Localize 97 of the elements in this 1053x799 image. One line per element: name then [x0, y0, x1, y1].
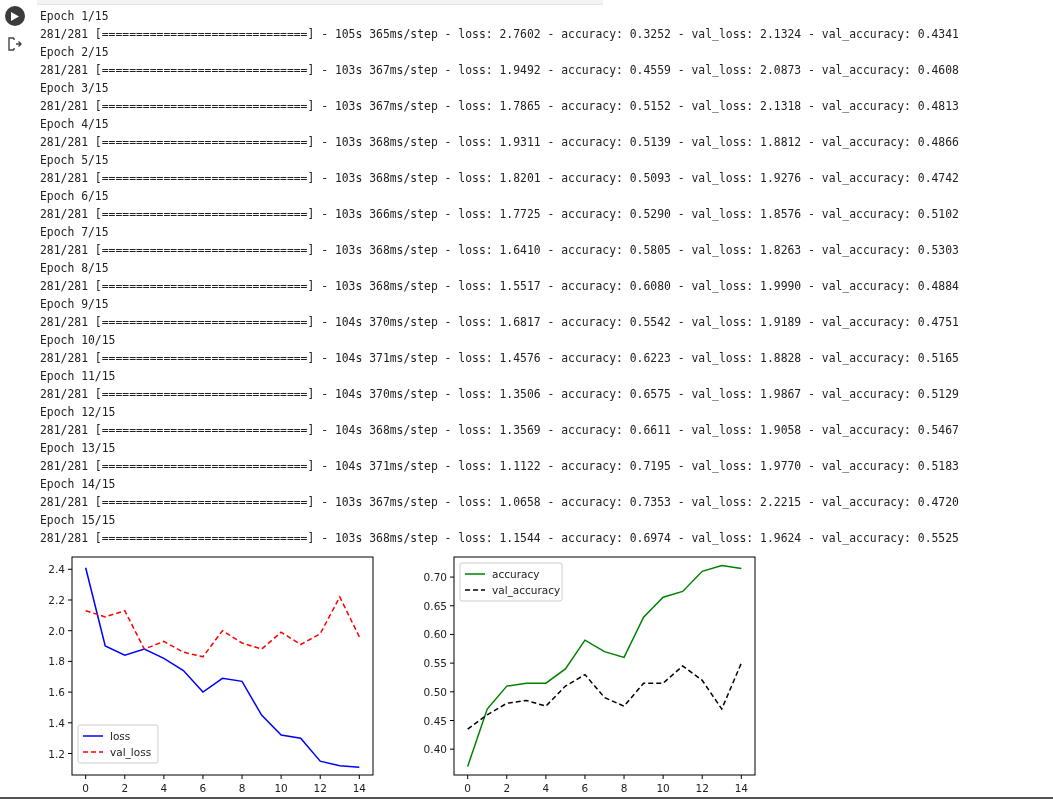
y-tick: 1.6 [48, 686, 73, 699]
epoch-title: Epoch 14/15 [40, 476, 116, 493]
progress-line: 281/281 [==============================] - 103s 368ms/step - loss: 1.6410 - accuracy: 0.5805 - val_loss: 1.8263 - val_accuracy: 0.5303 [40, 242, 959, 259]
x-tick-label: 10 [656, 782, 670, 794]
epoch-title: Epoch 3/15 [40, 80, 109, 97]
x-tick: 12 [695, 774, 709, 794]
y-tick: 0.55 [423, 657, 455, 670]
epoch-title: Epoch 11/15 [40, 368, 116, 385]
epoch-title: Epoch 12/15 [40, 404, 116, 421]
x-tick: 4 [160, 774, 168, 794]
legend-label: loss [110, 730, 131, 742]
x-tick-label: 8 [238, 782, 246, 794]
legend-label: val_accuracy [492, 584, 561, 597]
y-tick-label: 1.8 [48, 655, 65, 668]
epoch-title: Epoch 5/15 [40, 152, 109, 169]
x-tick: 2 [121, 774, 129, 794]
y-tick: 2.4 [48, 563, 73, 576]
progress-line: 281/281 [==============================] - 104s 368ms/step - loss: 1.3569 - accuracy: 0.6611 - val_loss: 1.9058 - val_accuracy: 0.5467 [40, 422, 959, 439]
progress-line: 281/281 [==============================] - 104s 371ms/step - loss: 1.1122 - accuracy: 0.7195 - val_loss: 1.9770 - val_accuracy: 0.5183 [40, 458, 959, 475]
y-tick: 1.4 [48, 716, 73, 729]
x-tick: 0 [82, 774, 90, 794]
x-tick: 4 [542, 774, 550, 794]
epoch-title: Epoch 1/15 [40, 8, 109, 25]
progress-line: 281/281 [==============================] - 103s 367ms/step - loss: 1.9492 - accuracy: 0.4559 - val_loss: 2.0873 - val_accuracy: 0.4608 [40, 62, 959, 79]
x-tick: 2 [503, 774, 511, 794]
x-tick-label: 14 [734, 782, 749, 794]
progress-line: 281/281 [==============================] - 104s 370ms/step - loss: 1.6817 - accuracy: 0.5542 - val_loss: 1.9189 - val_accuracy: 0.4751 [40, 314, 959, 331]
y-tick-label: 2.4 [48, 563, 66, 576]
legend-label: accuracy [492, 568, 540, 580]
progress-line: 281/281 [==============================] - 103s 368ms/step - loss: 1.9311 - accuracy: 0.5139 - val_loss: 1.8812 - val_accuracy: 0.4866 [40, 134, 959, 151]
x-tick-label: 14 [352, 782, 367, 794]
x-tick-label: 8 [620, 782, 628, 794]
x-tick: 10 [656, 774, 670, 794]
x-tick: 12 [313, 774, 327, 794]
x-tick: 6 [581, 774, 589, 794]
y-tick: 2.0 [48, 624, 73, 637]
y-tick-label: 0.70 [423, 571, 447, 584]
y-tick-label: 2.0 [48, 624, 65, 637]
x-tick: 10 [274, 774, 288, 794]
x-tick-label: 0 [82, 782, 90, 794]
y-tick: 1.8 [48, 655, 73, 668]
x-tick-label: 6 [199, 782, 207, 794]
epoch-title: Epoch 15/15 [40, 512, 116, 529]
legend-label: val_loss [110, 746, 152, 759]
epoch-title: Epoch 9/15 [40, 296, 109, 313]
x-tick-label: 4 [542, 782, 550, 794]
x-tick-label: 12 [695, 782, 709, 794]
output-icon[interactable] [8, 37, 22, 51]
epoch-title: Epoch 13/15 [40, 440, 116, 457]
x-tick-label: 2 [503, 782, 511, 794]
y-tick: 2.2 [48, 594, 73, 606]
epoch-title: Epoch 7/15 [40, 224, 109, 241]
y-tick-label: 2.2 [48, 593, 65, 606]
run-button[interactable] [5, 6, 25, 26]
x-tick: 14 [734, 774, 748, 794]
progress-line: 281/281 [==============================] - 103s 368ms/step - loss: 1.5517 - accuracy: 0.6080 - val_loss: 1.9990 - val_accuracy: 0.4884 [40, 278, 959, 295]
epoch-title: Epoch 4/15 [40, 116, 109, 133]
progress-line: 281/281 [==============================] - 103s 368ms/step - loss: 1.1544 - accuracy: 0.6974 - val_loss: 1.9624 - val_accuracy: 0.5525 [40, 530, 959, 547]
y-tick: 1.2 [48, 747, 73, 760]
y-tick: 0.60 [423, 628, 455, 641]
epoch-title: Epoch 6/15 [40, 188, 109, 205]
x-tick-label: 4 [160, 782, 168, 794]
y-tick-label: 0.45 [423, 714, 447, 727]
x-tick-label: 12 [313, 782, 327, 794]
progress-line: 281/281 [==============================] - 104s 371ms/step - loss: 1.4576 - accuracy: 0.6223 - val_loss: 1.8828 - val_accuracy: 0.5165 [40, 350, 959, 367]
progress-line: 281/281 [==============================] - 103s 367ms/step - loss: 1.7865 - accuracy: 0.5152 - val_loss: 2.1318 - val_accuracy: 0.4813 [40, 98, 959, 115]
y-tick-label: 0.60 [423, 628, 447, 641]
progress-line: 281/281 [==============================] - 104s 370ms/step - loss: 1.3506 - accuracy: 0.6575 - val_loss: 1.9867 - val_accuracy: 0.5129 [40, 386, 959, 403]
y-tick-label: 1.2 [48, 747, 65, 760]
x-tick-label: 0 [464, 782, 472, 794]
x-tick: 14 [352, 774, 366, 794]
x-tick-label: 10 [274, 782, 288, 794]
x-tick: 8 [620, 774, 628, 794]
progress-line: 281/281 [==============================] - 103s 367ms/step - loss: 1.0658 - accuracy: 0.7353 - val_loss: 2.2215 - val_accuracy: 0.4720 [40, 494, 959, 511]
x-tick-label: 6 [581, 782, 589, 794]
play-icon [11, 11, 19, 21]
x-tick: 0 [464, 774, 472, 794]
x-tick-label: 2 [121, 782, 129, 794]
y-tick-label: 1.4 [48, 716, 66, 729]
y-tick: 0.50 [423, 685, 455, 698]
y-tick: 0.45 [423, 714, 455, 727]
y-tick-label: 0.40 [423, 743, 447, 756]
epoch-title: Epoch 2/15 [40, 44, 109, 61]
progress-line: 281/281 [==============================] - 103s 366ms/step - loss: 1.7725 - accuracy: 0.5290 - val_loss: 1.8576 - val_accuracy: 0.5102 [40, 206, 959, 223]
y-tick-label: 0.55 [423, 657, 447, 670]
y-tick: 0.65 [423, 599, 455, 612]
y-tick-label: 0.50 [423, 685, 447, 698]
y-tick-label: 0.65 [423, 599, 447, 612]
epoch-title: Epoch 10/15 [40, 332, 116, 349]
epoch-title: Epoch 8/15 [40, 260, 109, 277]
progress-line: 281/281 [==============================] - 105s 365ms/step - loss: 2.7602 - accuracy: 0.3252 - val_loss: 2.1324 - val_accuracy: 0.4341 [40, 26, 959, 43]
x-tick: 8 [238, 774, 246, 794]
y-tick-label: 1.6 [48, 686, 66, 699]
y-tick: 0.40 [423, 743, 455, 756]
x-tick: 6 [199, 774, 207, 794]
y-tick: 0.70 [423, 571, 455, 584]
progress-line: 281/281 [==============================] - 103s 368ms/step - loss: 1.8201 - accuracy: 0.5093 - val_loss: 1.9276 - val_accuracy: 0.4742 [40, 170, 959, 187]
